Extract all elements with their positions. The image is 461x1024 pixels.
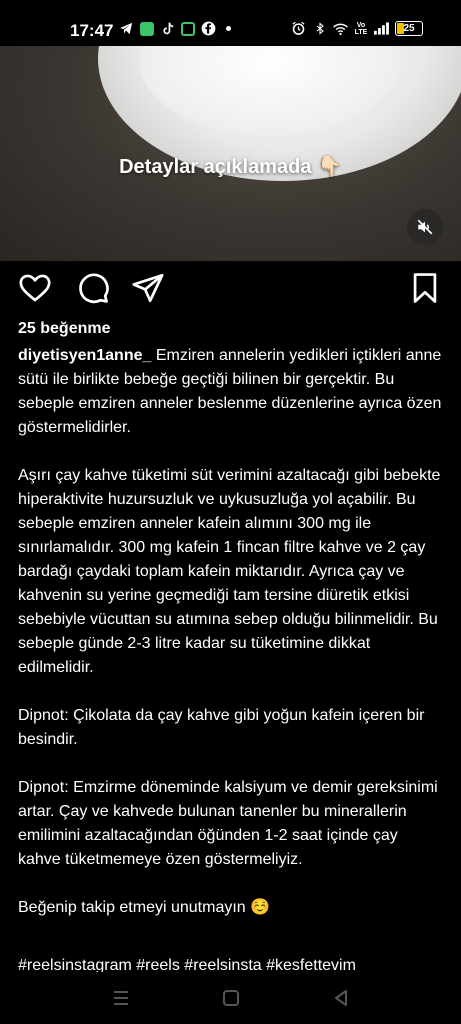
speaker-muted-icon xyxy=(417,219,433,235)
more-dot xyxy=(226,26,231,31)
menu-icon xyxy=(114,991,128,1005)
app-icon xyxy=(181,21,195,36)
messages-icon xyxy=(140,21,154,36)
caption-paragraph: Dipnot: Emzirme döneminde kalsiyum ve de… xyxy=(18,779,438,868)
wifi-icon xyxy=(333,21,348,36)
status-bar: 17:47 Vo LTE 25 xyxy=(0,0,461,46)
heart-icon xyxy=(19,274,51,302)
telegram-icon xyxy=(119,21,134,36)
share-button[interactable] xyxy=(131,271,165,305)
likes-count[interactable]: 25 beğenme xyxy=(18,320,110,338)
caption-paragraph: Beğenip takip etmeyi unutmayın ☺️ xyxy=(18,899,271,916)
back-triangle-icon xyxy=(335,990,347,1006)
signal-icon xyxy=(374,21,389,36)
post-caption: diyetisyen1anne_ Emziren annelerin yedik… xyxy=(18,344,444,944)
username-link[interactable]: diyetisyen1anne_ xyxy=(18,347,151,364)
status-time: 17:47 xyxy=(70,21,114,40)
system-nav-bar xyxy=(0,972,461,1024)
save-button[interactable] xyxy=(408,271,442,305)
bookmark-icon xyxy=(413,273,437,303)
caption-paragraph: Aşırı çay kahve tüketimi süt verimini az… xyxy=(18,467,441,676)
post-actions xyxy=(0,271,461,311)
send-icon xyxy=(132,273,164,303)
square-icon xyxy=(223,990,239,1006)
tiktok-icon xyxy=(160,21,175,36)
caption-intro: diyetisyen1anne_ Emziren annelerin yedik… xyxy=(18,344,444,440)
comment-icon xyxy=(79,273,109,304)
facebook-icon xyxy=(201,21,216,36)
comment-button[interactable] xyxy=(76,271,110,305)
system-icons: Vo LTE 25 xyxy=(291,21,423,36)
reel-video[interactable]: Detaylar açıklamada 👇🏻 xyxy=(0,46,461,261)
volte-icon: Vo LTE xyxy=(354,21,368,36)
battery-icon: 25 xyxy=(395,21,423,36)
notification-icons xyxy=(119,21,231,36)
battery-level: 25 xyxy=(403,23,415,34)
caption-paragraph: Dipnot: Çikolata da çay kahve gibi yoğun… xyxy=(18,707,425,748)
bluetooth-icon xyxy=(312,21,327,36)
like-button[interactable] xyxy=(18,271,52,305)
alarm-icon xyxy=(291,21,306,36)
video-overlay-text: Detaylar açıklamada 👇🏻 xyxy=(119,156,342,178)
back-button[interactable] xyxy=(330,987,352,1009)
hashtags[interactable]: #reelsinstagram #reels #reelsinsta #kesf… xyxy=(18,954,444,972)
mute-button[interactable] xyxy=(407,209,443,245)
home-button[interactable] xyxy=(220,987,242,1009)
recents-button[interactable] xyxy=(110,987,132,1009)
